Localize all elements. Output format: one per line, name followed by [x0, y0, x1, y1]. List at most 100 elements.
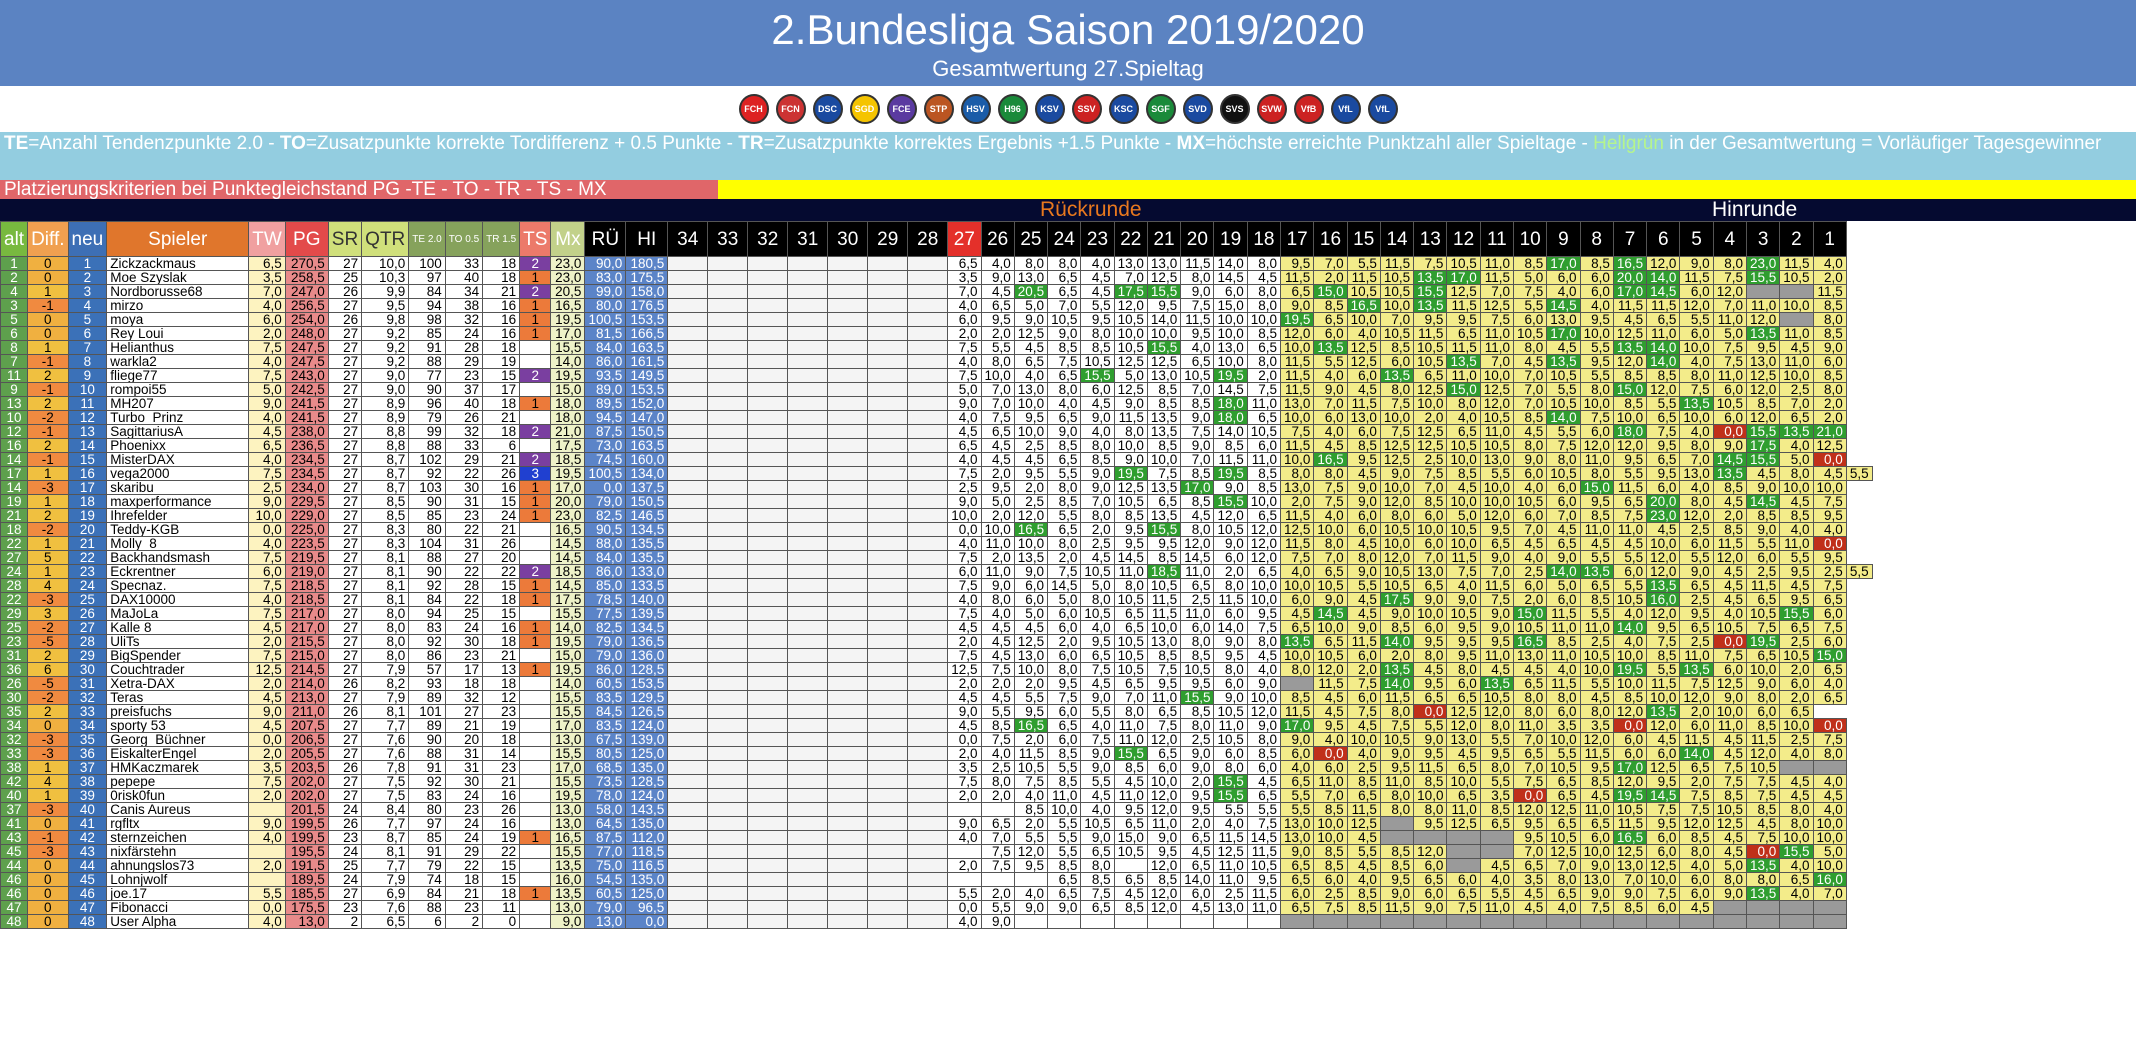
matchday-points: 7,0 [947, 284, 982, 299]
future-matchday-cell [707, 494, 749, 509]
total-points: 247,0 [284, 284, 329, 299]
matchday-points: 5,0 [1712, 326, 1747, 341]
future-matchday-cell [907, 620, 949, 635]
quota: 8,7 [361, 480, 410, 495]
future-matchday-cell [867, 592, 909, 607]
rueckrunde-points: 86,0 [584, 564, 627, 579]
future-matchday-cell [707, 690, 749, 705]
matchday-points: 9,5 [1180, 676, 1215, 691]
rueckrunde-points: 78,5 [584, 592, 627, 607]
games-played: 27 [327, 732, 363, 747]
table-row: 34 0 34 sporty 53 4,5 207,5 27 7,7 89 21 19 17,0 83,… [0, 718, 1873, 733]
matchday-points: 11,5 [1280, 536, 1315, 551]
day-winner-points: 5,5 [248, 886, 286, 901]
matchday-points: 8,5 [1812, 298, 1847, 313]
games-played: 27 [327, 592, 363, 607]
matchday-points: 6,0 [1346, 522, 1381, 537]
rank-old: 41 [0, 816, 29, 831]
rueckrunde-points: 77,0 [584, 844, 627, 859]
matchday-points: 9,5 [1479, 634, 1515, 649]
future-matchday-cell [747, 900, 789, 915]
future-matchday-cell [907, 844, 949, 859]
matchday-points: 4,0 [1679, 424, 1714, 439]
hinrunde-points: 152,0 [625, 396, 669, 411]
tendency-points: 90 [408, 732, 446, 747]
matchday-points: 9,5 [1679, 606, 1714, 621]
matchday-points: 10,5 [1779, 648, 1814, 663]
matchday-points: 4,5 [1712, 746, 1747, 761]
player-name: Eckrentner [106, 564, 250, 579]
quota: 8,9 [361, 396, 410, 411]
future-matchday-cell [707, 466, 749, 481]
matchday-points: 2,0 [1679, 704, 1714, 719]
matchday-points: 6,0 [1646, 830, 1681, 845]
future-matchday-cell [747, 718, 789, 733]
matchday-points: 2,5 [1579, 634, 1614, 649]
player-name: MH207 [106, 396, 250, 411]
matchday-points: 9,0 [1379, 606, 1415, 621]
rank-new: 44 [67, 858, 108, 873]
matchday-points: 6,0 [1745, 704, 1781, 719]
matchday-points: 8,0 [980, 592, 1015, 607]
matchday-points: 2,0 [980, 886, 1015, 901]
future-matchday-cell [867, 704, 909, 719]
matchday-points: 11,0 [1246, 396, 1282, 411]
matchday-points: 10,0 [1313, 620, 1348, 635]
rank-old: 21 [0, 508, 29, 523]
matchday-points: 9,5 [1446, 648, 1481, 663]
matchday-points: 8,0 [1779, 466, 1814, 481]
matchday-points: 4,5 [1479, 858, 1515, 873]
games-played: 27 [327, 508, 363, 523]
matchday-points: 7,5 [1047, 690, 1082, 705]
matchday-points: 11,0 [1246, 452, 1282, 467]
matchday-points: 10,0 [1446, 452, 1481, 467]
matchday-points: 6,0 [1246, 438, 1282, 453]
matchday-points: 13,5 [1379, 662, 1415, 677]
matchday-points: 2,5 [1346, 760, 1381, 775]
future-matchday-cell [827, 326, 869, 341]
matchday-points: 4,0 [1546, 662, 1581, 677]
matchday-points: 2,0 [980, 676, 1015, 691]
quota: 7,5 [361, 788, 410, 803]
matchday-points: 11,5 [1280, 270, 1315, 285]
matchday-points: 12,0 [1280, 326, 1315, 341]
table-row: 14 -3 17 skaribu 2,5 234,0 27 8,7 103 30 16 1 17,0 0,… [0, 480, 1873, 495]
future-matchday-cell [827, 802, 869, 817]
col-header-8: 8 [1579, 221, 1614, 257]
matchday-points: 6,5 [1080, 648, 1115, 663]
future-matchday-cell [747, 746, 789, 761]
max-points: 9,0 [550, 914, 586, 929]
matchday-points: 6,0 [1346, 648, 1381, 663]
max-points: 18,0 [550, 410, 586, 425]
max-points: 16,0 [550, 872, 586, 887]
table-row: 10 -2 12 Turbo_Prinz 4,0 241,5 27 8,9 79 26 21 18,0… [0, 410, 1873, 425]
rank-old: 48 [0, 914, 29, 929]
games-played: 27 [327, 690, 363, 705]
col-header-qtr: QTR [361, 221, 410, 257]
matchday-points: 8,0 [1113, 424, 1148, 439]
matchday-points: 8,5 [1146, 382, 1182, 397]
matchday-points: 9,0 [1013, 312, 1049, 327]
future-matchday-cell [867, 508, 909, 523]
matchday-points: 9,5 [1646, 438, 1681, 453]
rueckrunde-points: 87,5 [584, 424, 627, 439]
matchday-points: 2,0 [980, 550, 1015, 565]
matchday-points: 11,5 [1280, 368, 1315, 383]
matchday-points: 11,0 [1113, 732, 1148, 747]
table-row: 48 0 48 User Alpha 4,0 13,0 2 6,5 6 2 0 9,0 13,0 0,0 4… [0, 914, 1873, 929]
tendency-points: 97 [408, 270, 446, 285]
matchday-points: 13,0 [1413, 564, 1448, 579]
tendency-points: 83 [408, 788, 446, 803]
quota: 8,8 [361, 424, 410, 439]
rank-diff: 6 [27, 662, 69, 677]
future-matchday-cell [667, 480, 709, 495]
matchday-points: 7,5 [980, 732, 1015, 747]
matchday-points: 6,5 [1047, 886, 1082, 901]
matchday-points: 4,5 [947, 718, 982, 733]
future-matchday-cell [667, 256, 709, 271]
matchday-points: 11,5 [1446, 550, 1481, 565]
matchday-points: 9,5 [1646, 774, 1681, 789]
matchday-points: 9,5 [1413, 816, 1448, 831]
matchday-points: 8,0 [1379, 788, 1415, 803]
future-matchday-cell [747, 788, 789, 803]
